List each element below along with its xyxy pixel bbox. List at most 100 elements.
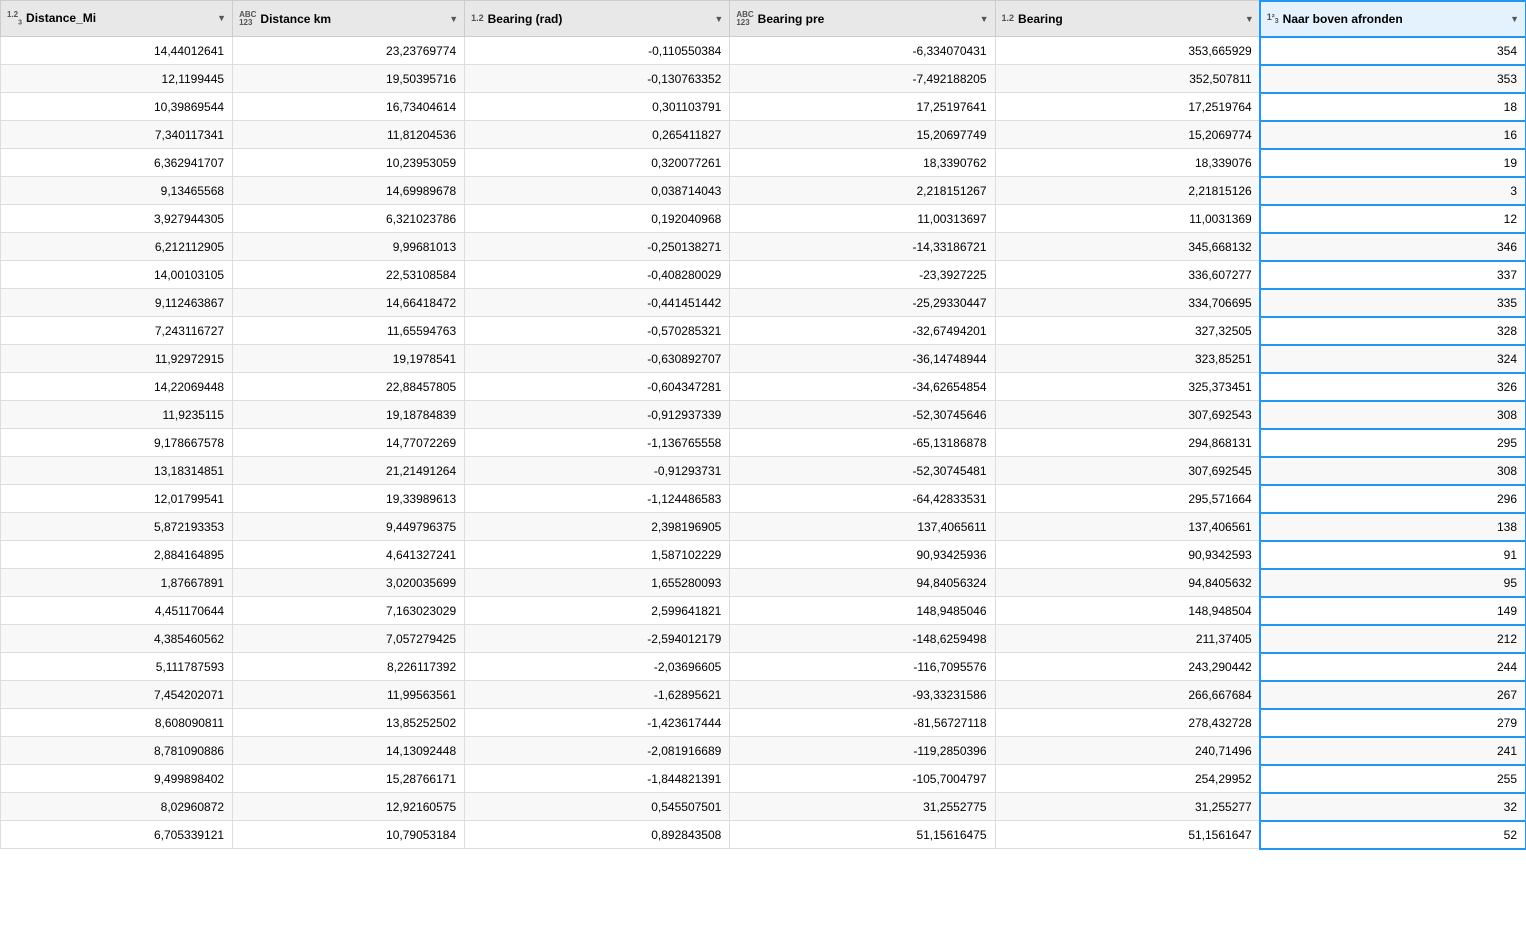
type-icon-bearing-pre: ABC 123 (736, 11, 753, 27)
table-cell: 13,85252502 (233, 709, 465, 737)
table-cell: -34,62654854 (730, 373, 995, 401)
col-label-bearing-pre: Bearing pre (758, 12, 976, 26)
table-cell: 21,21491264 (233, 457, 465, 485)
table-cell: 11,81204536 (233, 121, 465, 149)
table-cell: 3,927944305 (1, 205, 233, 233)
dropdown-naar-boven[interactable]: ▼ (1510, 14, 1519, 24)
table-cell: -2,594012179 (465, 625, 730, 653)
table-cell: -1,423617444 (465, 709, 730, 737)
table-cell: 255 (1260, 765, 1525, 793)
table-cell: 19,1978541 (233, 345, 465, 373)
col-header-bearing-rad[interactable]: 1.2 Bearing (rad) ▼ (465, 1, 730, 37)
table-cell: 3 (1260, 177, 1525, 205)
table-cell: 14,13092448 (233, 737, 465, 765)
table-cell: 241 (1260, 737, 1525, 765)
col-header-bearing-pre[interactable]: ABC 123 Bearing pre ▼ (730, 1, 995, 37)
table-cell: 15,20697749 (730, 121, 995, 149)
table-row: 6,2121129059,99681013-0,250138271-14,331… (1, 233, 1526, 261)
dropdown-distance-km[interactable]: ▼ (449, 14, 458, 24)
table-row: 3,9279443056,3210237860,19204096811,0031… (1, 205, 1526, 233)
table-cell: 19,33989613 (233, 485, 465, 513)
table-cell: 14,22069448 (1, 373, 233, 401)
table-cell: 137,4065611 (730, 513, 995, 541)
table-cell: -105,7004797 (730, 765, 995, 793)
table-cell: -0,630892707 (465, 345, 730, 373)
table-cell: 1,655280093 (465, 569, 730, 597)
table-cell: 2,884164895 (1, 541, 233, 569)
table-cell: -6,334070431 (730, 37, 995, 65)
table-cell: 307,692543 (995, 401, 1260, 429)
table-cell: -119,2850396 (730, 737, 995, 765)
col-label-naar-boven: Naar boven afronden (1283, 12, 1506, 26)
table-cell: 10,23953059 (233, 149, 465, 177)
table-cell: 296 (1260, 485, 1525, 513)
table-cell: 12,92160575 (233, 793, 465, 821)
table-cell: 352,507811 (995, 65, 1260, 93)
table-cell: 9,99681013 (233, 233, 465, 261)
table-cell: 11,0031369 (995, 205, 1260, 233)
col-label-bearing-rad: Bearing (rad) (488, 12, 711, 26)
table-cell: 0,265411827 (465, 121, 730, 149)
table-cell: 137,406561 (995, 513, 1260, 541)
col-header-bearing[interactable]: 1.2 Bearing ▼ (995, 1, 1260, 37)
dropdown-bearing-rad[interactable]: ▼ (714, 14, 723, 24)
table-cell: 11,00313697 (730, 205, 995, 233)
table-cell: -0,912937339 (465, 401, 730, 429)
table-cell: 2,21815126 (995, 177, 1260, 205)
table-cell: 15,2069774 (995, 121, 1260, 149)
table-cell: -93,33231586 (730, 681, 995, 709)
table-cell: -52,30745646 (730, 401, 995, 429)
table-cell: 23,23769774 (233, 37, 465, 65)
col-header-distance-km[interactable]: ABC 123 Distance km ▼ (233, 1, 465, 37)
table-cell: -65,13186878 (730, 429, 995, 457)
table-cell: 18 (1260, 93, 1525, 121)
table-cell: 337 (1260, 261, 1525, 289)
table-cell: 4,385460562 (1, 625, 233, 653)
table-cell: 90,9342593 (995, 541, 1260, 569)
table-cell: 9,112463867 (1, 289, 233, 317)
col-header-distance-mi[interactable]: 1.23 Distance_Mi ▼ (1, 1, 233, 37)
table-row: 8,60809081113,85252502-1,423617444-81,56… (1, 709, 1526, 737)
table-cell: 244 (1260, 653, 1525, 681)
table-cell: -36,14748944 (730, 345, 995, 373)
table-row: 4,4511706447,1630230292,599641821148,948… (1, 597, 1526, 625)
type-icon-bearing-rad: 1.2 (471, 14, 484, 23)
table-cell: 31,255277 (995, 793, 1260, 821)
table-cell: -0,130763352 (465, 65, 730, 93)
table-cell: -148,6259498 (730, 625, 995, 653)
table-cell: -1,62895621 (465, 681, 730, 709)
table-cell: 7,163023029 (233, 597, 465, 625)
table-cell: 7,340117341 (1, 121, 233, 149)
table-cell: -0,250138271 (465, 233, 730, 261)
dropdown-bearing-pre[interactable]: ▼ (980, 14, 989, 24)
table-row: 13,1831485121,21491264-0,91293731-52,307… (1, 457, 1526, 485)
table-cell: 95 (1260, 569, 1525, 597)
dropdown-bearing[interactable]: ▼ (1245, 14, 1254, 24)
table-cell: 51,1561647 (995, 821, 1260, 849)
table-cell: -1,844821391 (465, 765, 730, 793)
dropdown-distance-mi[interactable]: ▼ (217, 13, 226, 23)
table-cell: 94,8405632 (995, 569, 1260, 597)
table-row: 8,0296087212,921605750,54550750131,25527… (1, 793, 1526, 821)
table-cell: 13,18314851 (1, 457, 233, 485)
table-cell: 14,44012641 (1, 37, 233, 65)
table-cell: -116,7095576 (730, 653, 995, 681)
col-header-naar-boven[interactable]: 1²3 Naar boven afronden ▼ (1260, 1, 1525, 37)
table-cell: 90,93425936 (730, 541, 995, 569)
type-icon-distance-km: ABC 123 (239, 11, 256, 27)
table-cell: 14,66418472 (233, 289, 465, 317)
table-cell: 9,449796375 (233, 513, 465, 541)
table-cell: 8,608090811 (1, 709, 233, 737)
table-cell: 148,948504 (995, 597, 1260, 625)
table-cell: 278,432728 (995, 709, 1260, 737)
table-cell: 346 (1260, 233, 1525, 261)
table-cell: 8,226117392 (233, 653, 465, 681)
table-row: 11,9297291519,1978541-0,630892707-36,147… (1, 345, 1526, 373)
table-row: 7,45420207111,99563561-1,62895621-93,332… (1, 681, 1526, 709)
table-cell: 1,587102229 (465, 541, 730, 569)
table-cell: 254,29952 (995, 765, 1260, 793)
table-cell: 267 (1260, 681, 1525, 709)
table-cell: 345,668132 (995, 233, 1260, 261)
table-row: 14,4401264123,23769774-0,110550384-6,334… (1, 37, 1526, 65)
table-cell: 295 (1260, 429, 1525, 457)
